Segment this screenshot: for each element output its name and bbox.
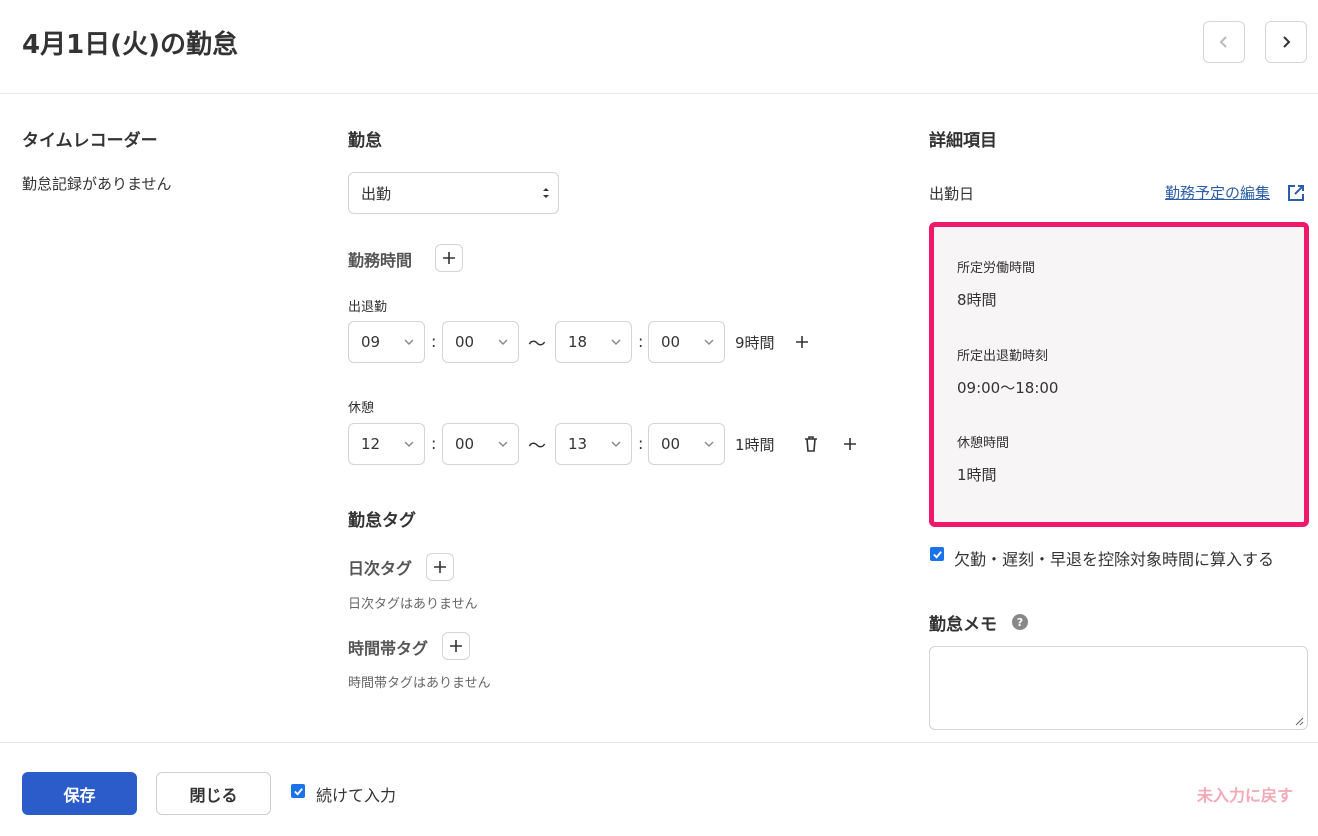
shift-end-hour-select[interactable]: 18 — [555, 321, 632, 363]
shift-label: 出退勤 — [348, 300, 388, 315]
shift-start-minute-value: 00 — [455, 333, 475, 351]
continue-label: 続けて入力 — [316, 786, 397, 805]
help-icon[interactable]: ? — [1012, 614, 1028, 630]
plus-icon — [796, 336, 808, 348]
chevron-down-icon — [498, 339, 508, 345]
attendance-type-value: 出勤 — [361, 184, 392, 203]
break-start-hour-select[interactable]: 12 — [348, 423, 425, 465]
shift-end-hour-value: 18 — [568, 333, 588, 351]
close-button[interactable]: 閉じる — [156, 772, 271, 815]
select-updown-icon — [543, 188, 549, 198]
save-button[interactable]: 保存 — [22, 772, 137, 815]
attendance-type-select[interactable]: 出勤 — [348, 172, 559, 214]
memo-label: 勤怠メモ — [929, 615, 997, 635]
check-icon — [293, 787, 303, 796]
deduct-checkbox[interactable] — [930, 547, 944, 561]
page-title: 4月1日(火)の勤怠 — [22, 30, 238, 60]
attendance-title: 勤怠 — [348, 131, 382, 151]
timerecorder-title: タイムレコーダー — [22, 131, 158, 151]
shift-start-hour-select[interactable]: 09 — [348, 321, 425, 363]
edit-schedule-link[interactable]: 勤務予定の編集 — [1165, 182, 1270, 203]
colon: : — [431, 434, 437, 453]
chevron-down-icon — [704, 441, 714, 447]
daily-tag-label: 日次タグ — [348, 559, 413, 578]
reset-link[interactable]: 未入力に戻す — [1197, 782, 1293, 806]
tags-title: 勤怠タグ — [348, 511, 416, 531]
resize-handle-icon[interactable] — [1294, 716, 1304, 726]
break-end-minute-value: 00 — [661, 435, 681, 453]
break-end-hour-select[interactable]: 13 — [555, 423, 632, 465]
check-icon — [932, 550, 942, 559]
tilde: 〜 — [528, 334, 546, 355]
deduct-label: 欠勤・遅刻・早退を控除対象時間に算入する — [954, 550, 1275, 569]
break-label: 休憩 — [348, 401, 375, 416]
colon: : — [638, 332, 644, 351]
shift-duration: 9時間 — [735, 334, 775, 352]
colon: : — [431, 332, 437, 351]
external-link-icon[interactable] — [1286, 183, 1306, 203]
break-start-minute-value: 00 — [455, 435, 475, 453]
scheduled-shift-label: 所定出退勤時刻 — [957, 349, 1049, 364]
tilde: 〜 — [528, 436, 546, 457]
scheduled-shift-value: 09:00〜18:00 — [957, 379, 1059, 397]
timerecorder-empty: 勤怠記録がありません — [22, 175, 172, 193]
chevron-left-icon — [1219, 36, 1227, 48]
prev-day-button[interactable] — [1203, 21, 1245, 63]
break-hours-value: 1時間 — [957, 466, 997, 484]
chevron-down-icon — [404, 339, 414, 345]
details-title: 詳細項目 — [929, 131, 997, 151]
work-hours-value: 8時間 — [957, 291, 997, 309]
break-end-minute-select[interactable]: 00 — [648, 423, 725, 465]
chevron-down-icon — [611, 339, 621, 345]
memo-textarea[interactable] — [929, 646, 1308, 730]
plus-icon — [450, 640, 462, 652]
break-hours-label: 休憩時間 — [957, 436, 1010, 451]
timeband-tag-label: 時間帯タグ — [348, 639, 429, 658]
colon: : — [638, 434, 644, 453]
add-daily-tag-button[interactable] — [426, 553, 454, 581]
break-start-hour-value: 12 — [361, 435, 381, 453]
break-start-minute-select[interactable]: 00 — [442, 423, 519, 465]
add-timeband-tag-button[interactable] — [442, 632, 470, 660]
shift-end-minute-value: 00 — [661, 333, 681, 351]
break-end-hour-value: 13 — [568, 435, 588, 453]
chevron-down-icon — [704, 339, 714, 345]
chevron-down-icon — [404, 441, 414, 447]
add-work-time-button[interactable] — [435, 244, 463, 272]
chevron-down-icon — [611, 441, 621, 447]
continue-checkbox[interactable] — [291, 784, 305, 798]
add-shift-button[interactable] — [792, 332, 812, 352]
dialog-header: 4月1日(火)の勤怠 — [0, 0, 1318, 94]
daily-tag-empty: 日次タグはありません — [348, 597, 478, 612]
plus-icon — [844, 438, 856, 450]
trash-icon[interactable] — [803, 435, 819, 453]
chevron-right-icon — [1283, 36, 1291, 48]
work-time-label: 勤務時間 — [348, 251, 413, 270]
next-day-button[interactable] — [1265, 21, 1307, 63]
shift-end-minute-select[interactable]: 00 — [648, 321, 725, 363]
add-break-button[interactable] — [840, 434, 860, 454]
shift-start-minute-select[interactable]: 00 — [442, 321, 519, 363]
timeband-tag-empty: 時間帯タグはありません — [348, 676, 491, 691]
plus-icon — [434, 561, 446, 573]
day-type: 出勤日 — [929, 185, 975, 203]
plus-icon — [443, 252, 455, 264]
break-duration: 1時間 — [735, 436, 775, 454]
chevron-down-icon — [498, 441, 508, 447]
work-hours-label: 所定労働時間 — [957, 261, 1036, 276]
shift-start-hour-value: 09 — [361, 333, 381, 351]
